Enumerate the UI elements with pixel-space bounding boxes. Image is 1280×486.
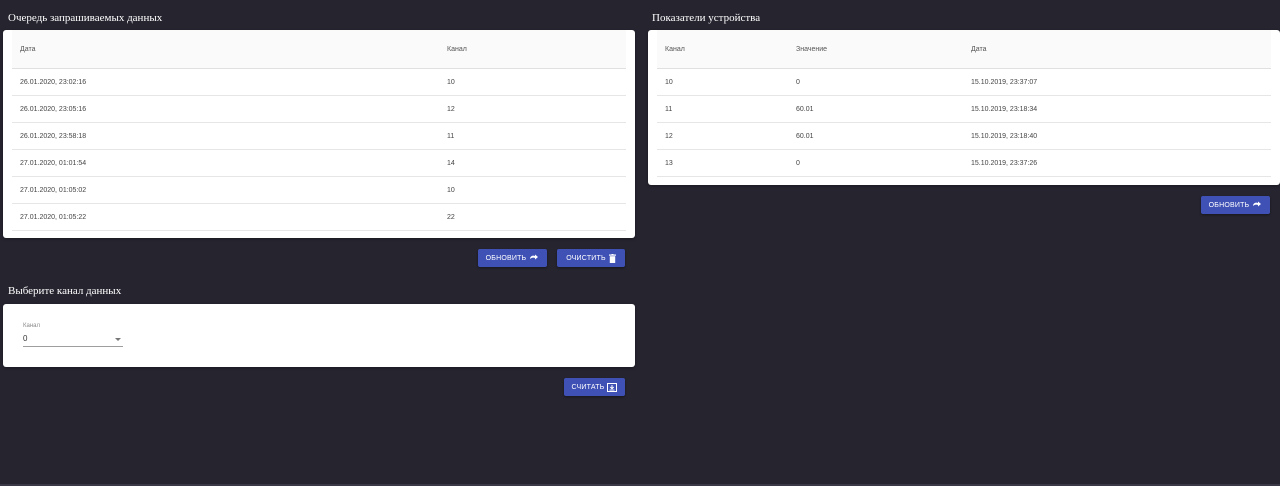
cell-date: 15.10.2019, 23:18:34 [963,95,1271,123]
column-header-date: Дата [12,30,439,69]
cell-channel: 11 [439,122,626,150]
chevron-down-icon [115,338,121,341]
cell-date: 26.01.2020, 23:02:16 [12,68,439,96]
cell-date: 27.01.2020, 01:01:54 [12,149,439,177]
cell-value: 60.01 [788,95,963,123]
column-header-channel: Канал [439,30,626,69]
cell-date: 15.10.2019, 23:18:40 [963,122,1271,150]
cell-value: 0 [788,68,963,96]
cell-channel: 10 [439,68,626,96]
table-row: 26.01.2020, 23:58:18 11 [12,122,626,150]
cell-date: 26.01.2020, 23:05:16 [12,95,439,123]
device-title: Показатели устройства [652,12,761,24]
channel-select-label: Канал [23,323,40,329]
column-header-date: Дата [963,30,1271,69]
queue-refresh-label: ОБНОВИТЬ [485,254,527,262]
table-row: 27.01.2020, 01:01:54 14 [12,149,626,177]
cell-date: 15.10.2019, 23:37:07 [963,68,1271,96]
cell-channel: 22 [439,203,626,231]
channel-select-value: 0 [23,334,28,343]
queue-refresh-button[interactable]: ОБНОВИТЬ [478,249,547,267]
queue-table: Дата Канал 26.01.2020, 23:02:16 10 26.01… [12,30,626,231]
table-row: 27.01.2020, 01:05:02 10 [12,176,626,204]
cell-channel: 12 [657,122,788,150]
device-card: Канал Значение Дата 10 0 15.10.2019, 23:… [648,30,1280,185]
column-header-value: Значение [788,30,963,69]
queue-clear-button[interactable]: ОЧИСТИТЬ [557,249,625,267]
channel-title: Выберите канал данных [8,285,122,297]
cell-value: 0 [788,149,963,177]
queue-card: Дата Канал 26.01.2020, 23:02:16 10 26.01… [3,30,635,238]
cell-channel: 11 [657,95,788,123]
cell-channel: 12 [439,95,626,123]
table-row: 12 60.01 15.10.2019, 23:18:40 [657,122,1271,150]
device-table-header: Канал Значение Дата [657,30,1271,69]
queue-title: Очередь запрашиваемых данных [8,12,163,24]
cell-channel: 13 [657,149,788,177]
channel-card: Канал 0 [3,304,635,367]
cell-channel: 10 [439,176,626,204]
refresh-icon [1252,201,1262,209]
cell-date: 26.01.2020, 23:58:18 [12,122,439,150]
trash-icon [608,253,616,263]
cell-channel: 14 [439,149,626,177]
table-row: 10 0 15.10.2019, 23:37:07 [657,68,1271,96]
table-row: 13 0 15.10.2019, 23:37:26 [657,149,1271,177]
table-row: 26.01.2020, 23:02:16 10 [12,68,626,96]
cell-date: 15.10.2019, 23:37:26 [963,149,1271,177]
download-icon [607,382,618,392]
table-row: 11 60.01 15.10.2019, 23:18:34 [657,95,1271,123]
column-header-channel: Канал [657,30,788,69]
queue-table-header: Дата Канал [12,30,626,69]
device-refresh-button[interactable]: ОБНОВИТЬ [1201,196,1270,214]
queue-clear-label: ОЧИСТИТЬ [566,254,606,262]
cell-date: 27.01.2020, 01:05:22 [12,203,439,231]
device-refresh-label: ОБНОВИТЬ [1208,201,1250,209]
channel-select[interactable]: 0 [23,334,123,347]
read-button[interactable]: СЧИТАТЬ [564,378,625,396]
cell-channel: 10 [657,68,788,96]
refresh-icon [529,254,539,262]
cell-date: 27.01.2020, 01:05:02 [12,176,439,204]
cell-value: 60.01 [788,122,963,150]
table-row: 27.01.2020, 01:05:22 22 [12,203,626,231]
table-row: 26.01.2020, 23:05:16 12 [12,95,626,123]
read-label: СЧИТАТЬ [571,383,605,391]
device-table: Канал Значение Дата 10 0 15.10.2019, 23:… [657,30,1271,177]
